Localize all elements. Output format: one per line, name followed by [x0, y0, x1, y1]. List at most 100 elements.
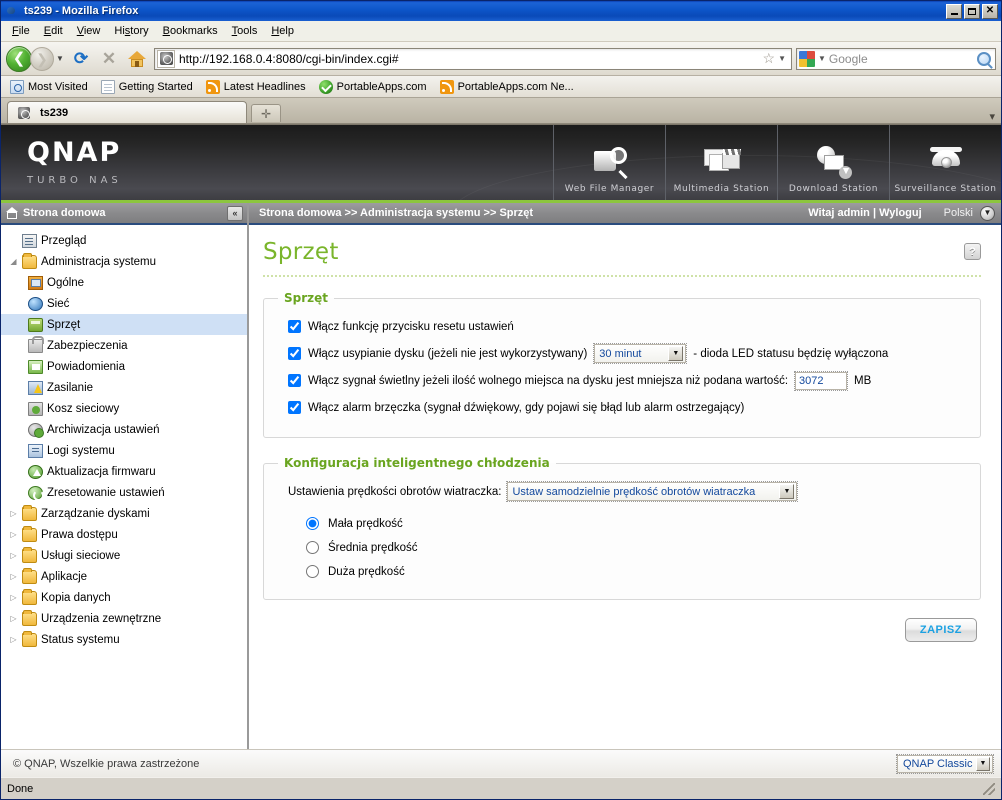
enable-low-space-alert-checkbox[interactable] — [288, 374, 301, 387]
menu-help[interactable]: Help — [264, 23, 301, 39]
menu-history[interactable]: History — [107, 23, 155, 39]
twisty-icon[interactable]: ▷ — [7, 635, 20, 644]
sidebar-item-zresetowanie-ustawien[interactable]: Zresetowanie ustawień — [1, 482, 247, 503]
enable-reset-button-checkbox[interactable] — [288, 320, 301, 333]
twisty-icon[interactable]: ▷ — [7, 509, 20, 518]
low-space-threshold-input[interactable] — [794, 370, 849, 391]
bookmark-label: Most Visited — [28, 80, 88, 93]
help-icon[interactable]: ? — [964, 243, 981, 260]
fan-speed-label: Ustawienia prędkości obrotów wiatraczka: — [288, 485, 502, 498]
breadcrumb-bar: Strona domowa >> Administracja systemu >… — [249, 203, 1001, 225]
bookmark-latest-headlines[interactable]: Latest Headlines — [201, 79, 311, 95]
stop-button[interactable]: ✕ — [96, 46, 122, 72]
reload-button[interactable]: ⟳ — [68, 46, 94, 72]
search-engine-dropdown-icon[interactable]: ▼ — [815, 54, 829, 63]
low-space-alert-row: Włącz sygnał świetlny jeżeli ilość wolne… — [288, 369, 966, 392]
sidebar-item-sprzet[interactable]: Sprzęt — [1, 314, 247, 335]
theme-select[interactable]: QNAP Classic ▼ — [896, 753, 994, 774]
sidebar-item-zarzadzanie-dyskami[interactable]: ▷ Zarządzanie dyskami — [1, 503, 247, 524]
enable-disk-standby-checkbox[interactable] — [288, 347, 301, 360]
sidebar-item-urzadzenia-zewnetrzne[interactable]: ▷ Urządzenia zewnętrzne — [1, 608, 247, 629]
history-dropdown-icon[interactable]: ▼ — [54, 47, 66, 71]
search-icon[interactable] — [977, 51, 991, 66]
twisty-icon[interactable]: ◢ — [7, 257, 20, 266]
url-dropdown-icon[interactable]: ▼ — [778, 54, 789, 63]
bookmark-star-icon[interactable]: ☆ — [760, 50, 779, 67]
sidebar-item-powiadomienia[interactable]: Powiadomienia — [1, 356, 247, 377]
menu-bookmarks[interactable]: Bookmarks — [156, 23, 225, 39]
bookmark-portableapps[interactable]: PortableApps.com — [314, 79, 432, 95]
user-greeting-logout[interactable]: Witaj admin | Wyloguj — [808, 207, 921, 219]
new-tab-button[interactable]: ✛ — [251, 104, 281, 122]
twisty-icon[interactable]: ▷ — [7, 614, 20, 623]
sidebar-item-zasilanie[interactable]: Zasilanie — [1, 377, 247, 398]
sidebar-item-zabezpieczenia[interactable]: Zabezpieczenia — [1, 335, 247, 356]
fan-speed-mode-select[interactable]: Ustaw samodzielnie prędkość obrotów wiat… — [506, 481, 799, 502]
nav-multimedia-station[interactable]: Multimedia Station — [665, 125, 777, 200]
bookmark-portableapps-news[interactable]: PortableApps.com Ne... — [435, 79, 579, 95]
tab-ts239[interactable]: ts239 — [7, 101, 247, 123]
url-bar[interactable]: http://192.168.0.4:8080/cgi-bin/index.cg… — [154, 47, 792, 70]
twisty-icon[interactable]: ▷ — [7, 530, 20, 539]
sidebar-item-kosz-sieciowy[interactable]: Kosz sieciowy — [1, 398, 247, 419]
window-title: ts239 - Mozilla Firefox — [24, 5, 139, 17]
tab-list-button[interactable]: ▾ — [281, 110, 1001, 123]
sidebar-item-label: Ogólne — [47, 276, 85, 289]
nav-label: Multimedia Station — [673, 184, 770, 194]
bookmark-most-visited[interactable]: Most Visited — [5, 79, 93, 95]
twisty-icon[interactable]: ▷ — [7, 572, 20, 581]
menu-edit[interactable]: Edit — [37, 23, 70, 39]
site-identity-icon[interactable] — [157, 49, 175, 68]
search-input[interactable]: Google — [829, 52, 977, 66]
language-dropdown-icon[interactable]: ▼ — [980, 205, 995, 221]
sidebar-item-aplikacje[interactable]: ▷ Aplikacje — [1, 566, 247, 587]
search-bar[interactable]: ▼ Google — [796, 47, 996, 70]
forward-button[interactable]: ❯ — [30, 46, 54, 71]
sidebar-item-aktualizacja-firmwaru[interactable]: Aktualizacja firmwaru — [1, 461, 247, 482]
sidebar-item-label: Archiwizacja ustawień — [47, 423, 160, 436]
nav-web-file-manager[interactable]: Web File Manager — [553, 125, 665, 200]
chevron-down-icon[interactable]: ▼ — [976, 756, 990, 771]
breadcrumb: Strona domowa >> Administracja systemu >… — [259, 207, 534, 219]
folder-icon — [20, 588, 38, 605]
menu-view[interactable]: View — [70, 23, 108, 39]
save-button[interactable]: ZAPISZ — [904, 618, 977, 642]
chevron-down-icon[interactable]: ▼ — [668, 346, 684, 361]
chevron-down-icon[interactable]: ▼ — [779, 484, 795, 499]
twisty-icon[interactable]: ▷ — [7, 593, 20, 602]
sidebar-collapse-button[interactable]: « — [227, 205, 243, 221]
sidebar-item-siec[interactable]: Sieć — [1, 293, 247, 314]
sidebar-item-ogolne[interactable]: Ogólne — [1, 272, 247, 293]
sidebar-item-przeglad[interactable]: Przegląd — [1, 230, 247, 251]
sidebar-item-logi-systemu[interactable]: Logi systemu — [1, 440, 247, 461]
back-button[interactable]: ❮ — [6, 45, 32, 72]
sidebar-item-administracja-systemu[interactable]: ◢ Administracja systemu — [1, 251, 247, 272]
sidebar-item-label: Urządzenia zewnętrzne — [41, 612, 162, 625]
twisty-icon[interactable]: ▷ — [7, 551, 20, 560]
fan-medium-speed-radio[interactable] — [306, 541, 319, 554]
close-button[interactable]: ✕ — [982, 3, 998, 19]
bookmark-getting-started[interactable]: Getting Started — [96, 79, 198, 95]
sidebar-item-uslugi-sieciowe[interactable]: ▷ Usługi sieciowe — [1, 545, 247, 566]
sidebar-item-status-systemu[interactable]: ▷ Status systemu — [1, 629, 247, 650]
fan-low-speed-radio[interactable] — [306, 517, 319, 530]
nav-download-station[interactable]: Download Station — [777, 125, 889, 200]
home-button[interactable] — [124, 46, 150, 72]
fan-high-speed-radio[interactable] — [306, 565, 319, 578]
sidebar-item-kopia-danych[interactable]: ▷ Kopia danych — [1, 587, 247, 608]
enable-buzzer-checkbox[interactable] — [288, 401, 301, 414]
menu-tools[interactable]: Tools — [225, 23, 265, 39]
maximize-button[interactable] — [964, 3, 980, 19]
firefox-window: ts239 - Mozilla Firefox ✕ File Edit View… — [0, 0, 1002, 800]
sidebar-item-prawa-dostepu[interactable]: ▷ Prawa dostępu — [1, 524, 247, 545]
sidebar-item-archiwizacja-ustawien[interactable]: Archiwizacja ustawień — [1, 419, 247, 440]
minimize-button[interactable] — [946, 3, 962, 19]
nav-surveillance-station[interactable]: Surveillance Station — [889, 125, 1001, 200]
url-text[interactable]: http://192.168.0.4:8080/cgi-bin/index.cg… — [179, 52, 760, 66]
resize-grip[interactable] — [983, 782, 995, 795]
menu-file[interactable]: File — [5, 23, 37, 39]
bookmarks-toolbar: Most Visited Getting Started Latest Head… — [1, 76, 1001, 98]
disk-standby-time-select[interactable]: 30 minut ▼ — [593, 343, 688, 364]
fan-high-speed-label: Duża prędkość — [328, 565, 405, 578]
browser-status-bar: Done — [1, 777, 1001, 799]
